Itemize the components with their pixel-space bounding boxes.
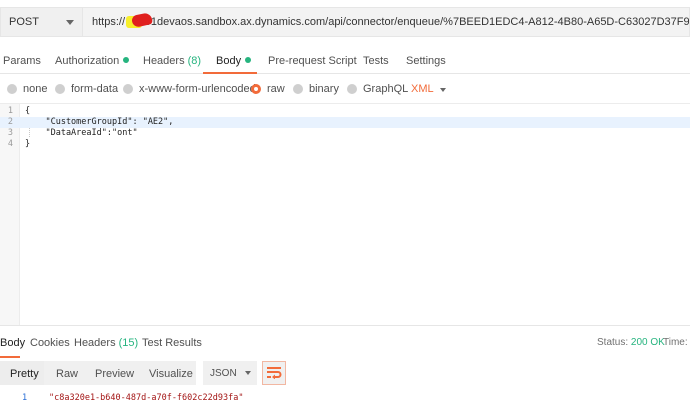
chevron-down-icon[interactable] xyxy=(440,88,446,92)
view-raw-button[interactable]: Raw xyxy=(56,368,78,380)
response-status: Status: 200 OK xyxy=(597,337,665,348)
tab-params[interactable]: Params xyxy=(3,55,41,67)
response-tab-test-results[interactable]: Test Results xyxy=(142,337,202,349)
response-tab-body[interactable]: Body xyxy=(0,337,25,349)
url-input[interactable]: https:// dev01devaos.sandbox.ax.dynamics… xyxy=(82,7,690,37)
radio-form-data[interactable]: form-data xyxy=(55,83,118,95)
chevron-down-icon xyxy=(245,371,251,375)
code-line: 1 { xyxy=(7,106,31,116)
status-dot-icon xyxy=(123,57,130,63)
radio-selected-icon xyxy=(251,84,261,94)
active-tab-indicator xyxy=(0,356,20,358)
view-pretty-button[interactable]: Pretty xyxy=(10,368,39,380)
request-body-editor[interactable]: 1 { 2 "CustomerGroupId": "AE2", 3 "DataA… xyxy=(0,103,690,326)
tab-headers[interactable]: Headers (8) xyxy=(143,55,201,67)
response-format-select[interactable]: JSON xyxy=(203,361,257,385)
status-dot-icon xyxy=(245,57,252,63)
response-tab-headers[interactable]: Headers (15) xyxy=(74,337,138,349)
tab-tests[interactable]: Tests xyxy=(363,55,389,67)
status-badge: 200 OK xyxy=(630,337,665,348)
response-body-line: 1 "c8a320e1-b640-487d-a70f-f602c22d93fa" xyxy=(22,393,244,403)
response-view-switch: Pretty Raw Preview Visualize xyxy=(0,361,196,385)
response-tabs: Body Cookies Headers (15) Test Results S… xyxy=(0,325,690,358)
code-line: 4 } xyxy=(7,139,31,149)
code-line-active: 2 "CustomerGroupId": "AE2", xyxy=(0,117,690,128)
radio-circle-icon xyxy=(55,84,65,94)
response-tab-cookies[interactable]: Cookies xyxy=(30,337,70,349)
tab-pre-request-script[interactable]: Pre-request Script xyxy=(268,55,357,67)
code-line: 3 "DataAreaId":"ont" xyxy=(7,128,138,138)
url-rest: dev01devaos.sandbox.ax.dynamics.com/api/… xyxy=(127,16,690,28)
radio-raw[interactable]: raw xyxy=(251,83,285,95)
radio-circle-icon xyxy=(7,84,17,94)
wrap-lines-button[interactable] xyxy=(262,361,286,385)
response-toolbar: Pretty Raw Preview Visualize JSON xyxy=(0,360,690,388)
view-preview-button[interactable]: Preview xyxy=(95,368,134,380)
tab-body[interactable]: Body xyxy=(216,55,252,67)
radio-none[interactable]: none xyxy=(7,83,47,95)
chevron-down-icon xyxy=(66,20,74,25)
method-label: POST xyxy=(9,16,39,28)
tab-settings[interactable]: Settings xyxy=(406,55,446,67)
response-time-label: Time: xyxy=(663,337,688,348)
radio-circle-icon xyxy=(123,84,133,94)
request-tabs: Params Authorization Headers (8) Body Pr… xyxy=(0,48,690,74)
radio-urlencoded[interactable]: x-www-form-urlencoded xyxy=(123,83,256,95)
url-prefix: https:// xyxy=(92,16,126,28)
raw-format-select[interactable]: XML xyxy=(411,83,434,95)
view-visualize-button[interactable]: Visualize xyxy=(149,368,193,380)
radio-circle-icon xyxy=(347,84,357,94)
tab-authorization[interactable]: Authorization xyxy=(55,55,130,67)
request-url-bar: POST https:// dev01devaos.sandbox.ax.dyn… xyxy=(0,0,690,44)
body-type-options: none form-data x-www-form-urlencoded raw… xyxy=(0,80,690,100)
radio-binary[interactable]: binary xyxy=(293,83,339,95)
radio-circle-icon xyxy=(293,84,303,94)
wrap-lines-icon xyxy=(267,367,282,379)
radio-graphql[interactable]: GraphQL xyxy=(347,83,408,95)
method-select[interactable]: POST xyxy=(0,7,82,37)
active-tab-indicator xyxy=(203,72,257,74)
